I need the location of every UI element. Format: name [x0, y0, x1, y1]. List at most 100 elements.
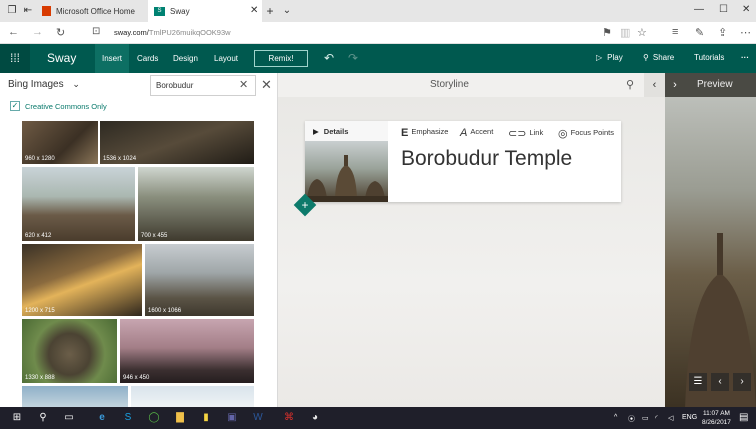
close-window-icon[interactable]: ✕ — [742, 4, 750, 15]
share-button[interactable]: ⚲ Share — [643, 53, 674, 62]
card-heading-text[interactable]: Borobudur Temple — [401, 147, 572, 171]
tab-layout[interactable]: Layout — [207, 44, 245, 73]
tab-preview-chevron-icon[interactable]: ⌄ — [281, 5, 293, 17]
add-card-button[interactable]: + — [293, 193, 317, 217]
tab-design[interactable]: Design — [166, 44, 205, 73]
tray-app-icon[interactable]: ⦿ — [628, 414, 635, 424]
task-view-icon[interactable]: ▭ — [62, 411, 76, 425]
remix-button[interactable]: Remix! — [254, 50, 308, 67]
minimize-icon[interactable]: — — [694, 4, 704, 15]
image-result[interactable]: 700 x 455 — [138, 167, 254, 241]
image-result[interactable]: 960 x 1280 — [22, 121, 98, 164]
reading-view-icon[interactable]: ▥ — [620, 26, 630, 39]
acrobat-icon[interactable]: ⌘ — [282, 411, 296, 425]
tab-manager-icon[interactable]: ❐ — [6, 5, 18, 17]
app-launcher-button[interactable]: ⁞⁞⁞ — [0, 44, 30, 73]
previous-slide-icon[interactable]: ‹ — [711, 373, 729, 391]
link-button[interactable]: ⊂⊃ Link — [508, 127, 543, 140]
forward-arrow-icon[interactable]: → — [32, 26, 43, 38]
play-button[interactable]: ▷ Play — [596, 53, 623, 62]
image-result[interactable]: 620 x 412 — [22, 167, 135, 241]
extension-icon[interactable]: ⚑ — [602, 26, 612, 39]
image-result[interactable]: 946 x 450 — [120, 319, 254, 383]
link-label: Link — [529, 128, 544, 137]
image-result[interactable] — [131, 386, 254, 409]
close-tab-icon[interactable]: ✕ — [250, 5, 258, 16]
more-button[interactable]: ··· — [741, 53, 749, 62]
back-arrow-icon[interactable]: ← — [8, 26, 19, 38]
wifi-icon[interactable]: ◜ — [655, 414, 658, 422]
hub-icon[interactable]: ≡ — [672, 26, 678, 38]
sticky-notes-icon[interactable]: ▮ — [199, 411, 213, 425]
tab-office-home[interactable]: Microsoft Office Home — [36, 0, 146, 22]
image-size-label: 700 x 455 — [141, 233, 168, 239]
share-label: Share — [652, 53, 675, 62]
clear-search-icon[interactable]: ✕ — [239, 78, 248, 91]
image-result[interactable] — [22, 386, 128, 409]
show-hidden-icons-icon[interactable]: ^ — [614, 414, 617, 421]
tutorials-button[interactable]: Tutorials — [694, 53, 724, 62]
redo-icon[interactable]: ↷ — [348, 51, 358, 65]
clock[interactable]: 11:07 AM 8/26/2017 — [702, 409, 731, 427]
chevron-left-icon[interactable]: ‹ — [644, 73, 665, 97]
word-icon[interactable]: W — [251, 411, 265, 425]
insert-panel: Bing Images ⌄ ✕ ✕ ✓ Creative Commons Onl… — [0, 73, 278, 409]
refresh-icon[interactable]: ↻ — [56, 26, 65, 39]
chevron-right-icon[interactable]: › — [665, 73, 685, 97]
focus-points-icon: ◎ — [558, 128, 568, 140]
battery-icon[interactable]: ▭ — [642, 414, 649, 422]
app-title[interactable]: Sway — [47, 51, 76, 65]
close-panel-icon[interactable]: ✕ — [261, 77, 272, 93]
new-tab-icon[interactable]: + — [264, 5, 276, 17]
preview-header: › Preview — [665, 73, 756, 97]
preview-label: Preview — [697, 79, 733, 90]
teams-icon[interactable]: ▣ — [225, 411, 239, 425]
maximize-icon[interactable]: ☐ — [719, 4, 728, 15]
paint-icon[interactable]: ◕ — [308, 411, 322, 425]
address-bar: ← → ↻ ⊡ sway.com/TmlPU26muikqOOK93w ⚑ ▥ … — [0, 22, 756, 44]
image-result[interactable]: 1200 x 715 — [22, 244, 142, 316]
image-size-label: 1200 x 715 — [25, 308, 55, 314]
emphasize-button[interactable]: E Emphasize — [401, 127, 448, 139]
image-result[interactable]: 1330 x 888 — [22, 319, 117, 383]
image-size-label: 1330 x 888 — [25, 375, 55, 381]
share-page-icon[interactable]: ⇪ — [718, 26, 727, 39]
clock-time: 11:07 AM — [702, 410, 730, 417]
card-image[interactable] — [305, 141, 388, 202]
web-note-icon[interactable]: ✎ — [695, 26, 704, 39]
navigation-menu-icon[interactable]: ☰ — [689, 373, 707, 391]
tab-insert[interactable]: Insert — [95, 44, 130, 73]
image-result[interactable]: 1536 x 1024 — [100, 121, 254, 164]
accent-button[interactable]: A Accent — [460, 127, 493, 139]
creative-commons-checkbox[interactable]: ✓ — [10, 101, 20, 111]
set-aside-tabs-icon[interactable]: ⇤ — [22, 5, 34, 17]
file-explorer-icon[interactable]: ▇ — [173, 411, 187, 425]
search-icon[interactable]: ⚲ — [36, 411, 50, 425]
sway-toolbar: ⁞⁞⁞ Sway Insert Cards Design Layout Remi… — [0, 44, 756, 73]
focus-points-button[interactable]: ◎ Focus Points — [558, 127, 614, 140]
search-icon[interactable]: ⚲ — [626, 78, 634, 91]
url-field[interactable]: sway.com/TmlPU26muikqOOK93w — [114, 28, 231, 37]
triangle-right-icon: ▶ — [313, 127, 319, 136]
tab-sway[interactable]: S Sway ✕ — [148, 0, 262, 22]
source-dropdown[interactable]: Bing Images ⌄ — [8, 79, 80, 90]
tab-cards[interactable]: Cards — [130, 44, 165, 73]
action-center-icon[interactable]: ▤ — [739, 412, 748, 423]
heading-card[interactable]: ▶ Details E Emphasize A Accent ⊂⊃ Link ◎ Focu… — [305, 121, 621, 202]
volume-icon[interactable]: ◁ — [668, 414, 673, 422]
sway-logo-icon: S — [154, 6, 165, 16]
xbox-icon[interactable]: ◯ — [147, 411, 161, 425]
skype-icon[interactable]: S — [121, 411, 135, 425]
accent-label: Accent — [470, 127, 494, 136]
panel-scrollbar[interactable] — [270, 121, 274, 401]
image-result[interactable]: 1600 x 1066 — [145, 244, 254, 316]
storyline-title: Storyline — [430, 79, 469, 90]
favorite-star-icon[interactable]: ☆ — [637, 26, 647, 39]
undo-icon[interactable]: ↶ — [324, 51, 334, 65]
next-slide-icon[interactable]: › — [733, 373, 751, 391]
more-options-icon[interactable]: ⋯ — [740, 26, 751, 39]
edge-browser-icon[interactable]: e — [95, 411, 109, 425]
card-details-toggle[interactable]: ▶ Details — [305, 121, 388, 141]
language-indicator[interactable]: ENG — [682, 414, 697, 421]
start-windows-icon[interactable]: ⊞ — [10, 411, 24, 425]
